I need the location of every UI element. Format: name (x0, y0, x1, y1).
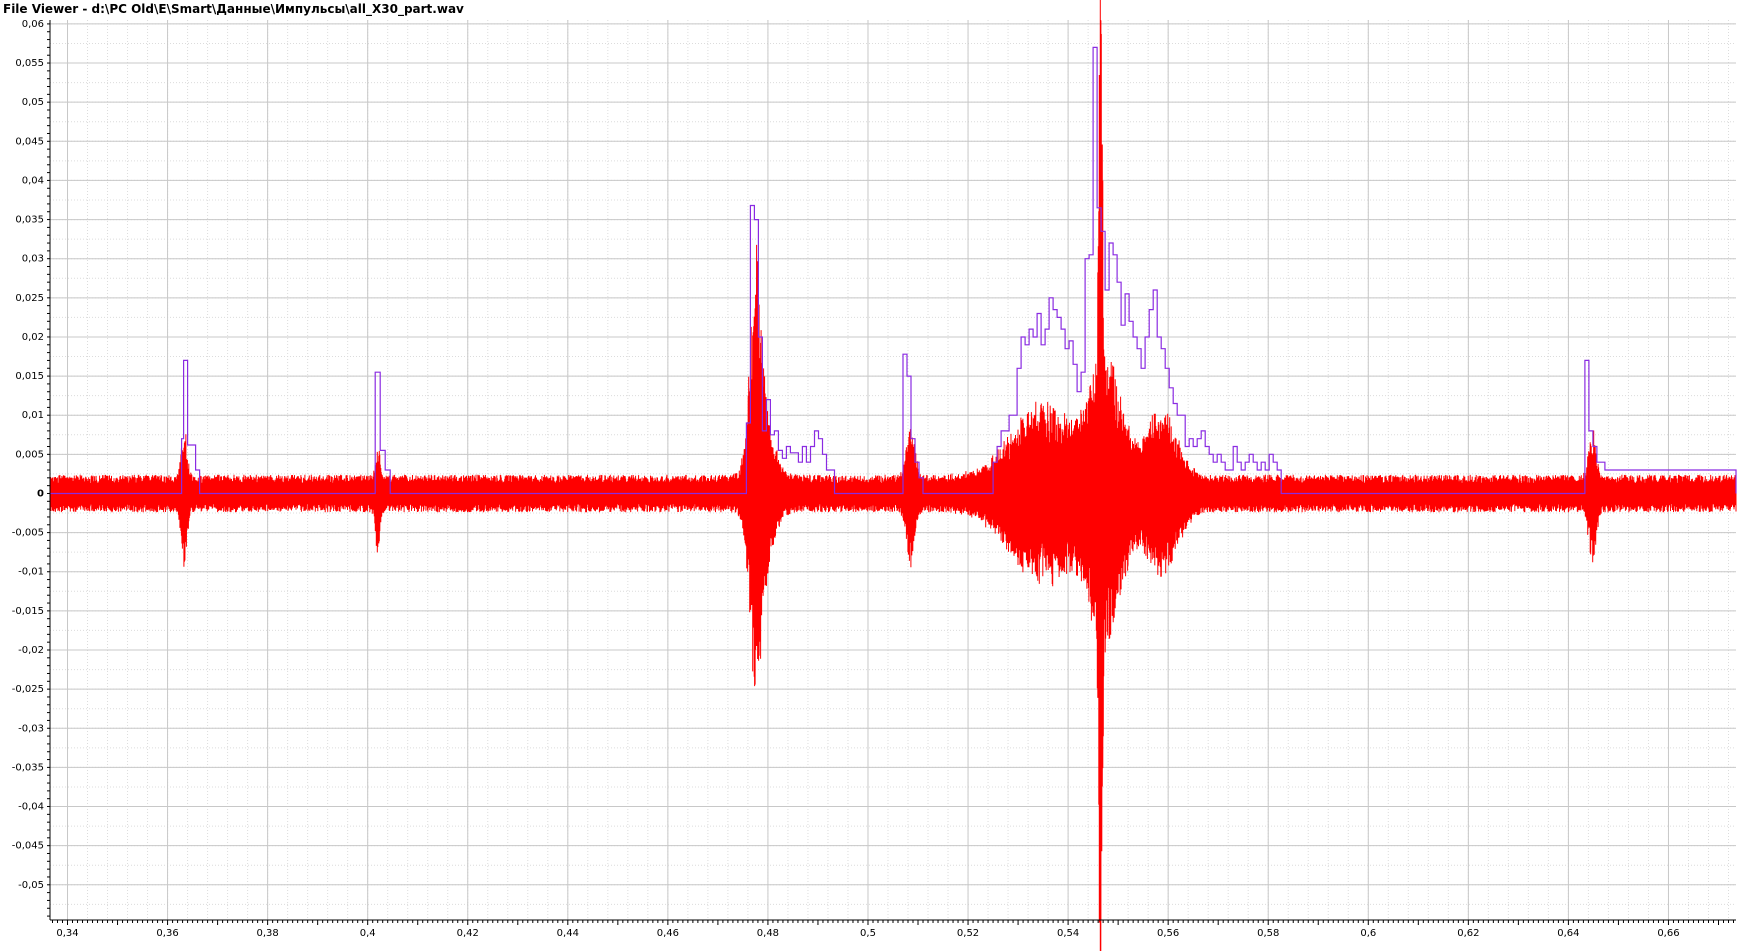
x-tick-label: 0,48 (757, 928, 779, 939)
y-tick-label: 0,05 (22, 97, 44, 108)
grid-lines (50, 20, 1736, 920)
y-tick-label: -0,04 (18, 802, 44, 813)
signal-waveform-series (49, 0, 1737, 951)
y-tick-label: 0,025 (15, 293, 44, 304)
x-tick-label: 0,46 (657, 928, 679, 939)
y-tick-label: -0,02 (18, 645, 44, 656)
x-tick-label: 0,4 (360, 928, 376, 939)
envelope-step-line (50, 46, 1737, 495)
signal-waveform-line (49, 0, 1737, 951)
y-tick-label: -0,025 (12, 684, 44, 695)
x-tick-label: 0,6 (1360, 928, 1376, 939)
x-tick-label: 0,58 (1257, 928, 1279, 939)
y-tick-label: 0,02 (22, 332, 44, 343)
x-tick-label: 0,56 (1157, 928, 1179, 939)
x-tick-label: 0,34 (56, 928, 78, 939)
x-tick-label: 0,62 (1457, 928, 1479, 939)
x-tick-label: 0,36 (156, 928, 178, 939)
y-tick-label: 0,01 (22, 410, 44, 421)
x-tick-label: 0,54 (1057, 928, 1079, 939)
x-tick-label: 0,64 (1557, 928, 1579, 939)
y-tick-label: -0,015 (12, 606, 44, 617)
axes (47, 20, 1736, 925)
y-tick-label: 0,035 (15, 215, 44, 226)
x-tick-label: 0,38 (256, 928, 278, 939)
y-tick-label: 0,045 (15, 136, 44, 147)
y-tick-label: -0,005 (12, 528, 44, 539)
y-tick-label: -0,03 (18, 723, 44, 734)
y-tick-label: 0,015 (15, 371, 44, 382)
y-tick-label: 0 (37, 488, 44, 499)
x-tick-label: 0,66 (1657, 928, 1679, 939)
x-tick-label: 0,5 (860, 928, 876, 939)
y-tick-label: 0,005 (15, 449, 44, 460)
x-tick-label: 0,52 (957, 928, 979, 939)
chart-plot[interactable]: 0,34 0,36 0,38 0,4 0,42 0,44 0,46 0,48 0,5 0,52 0,… (0, 0, 1740, 951)
y-tick-label: 0,04 (22, 175, 44, 186)
y-tick-label: -0,045 (12, 841, 44, 852)
y-tick-label: -0,05 (18, 880, 44, 891)
y-tick-label: 0,055 (15, 58, 44, 69)
y-tick-label: 0,06 (22, 19, 44, 30)
x-tick-label: 0,44 (557, 928, 579, 939)
y-tick-label: 0,03 (22, 254, 44, 265)
y-tick-label: -0,01 (18, 567, 44, 578)
envelope-series (50, 46, 1737, 495)
y-tick-label: -0,035 (12, 762, 44, 773)
x-tick-label: 0,42 (457, 928, 479, 939)
